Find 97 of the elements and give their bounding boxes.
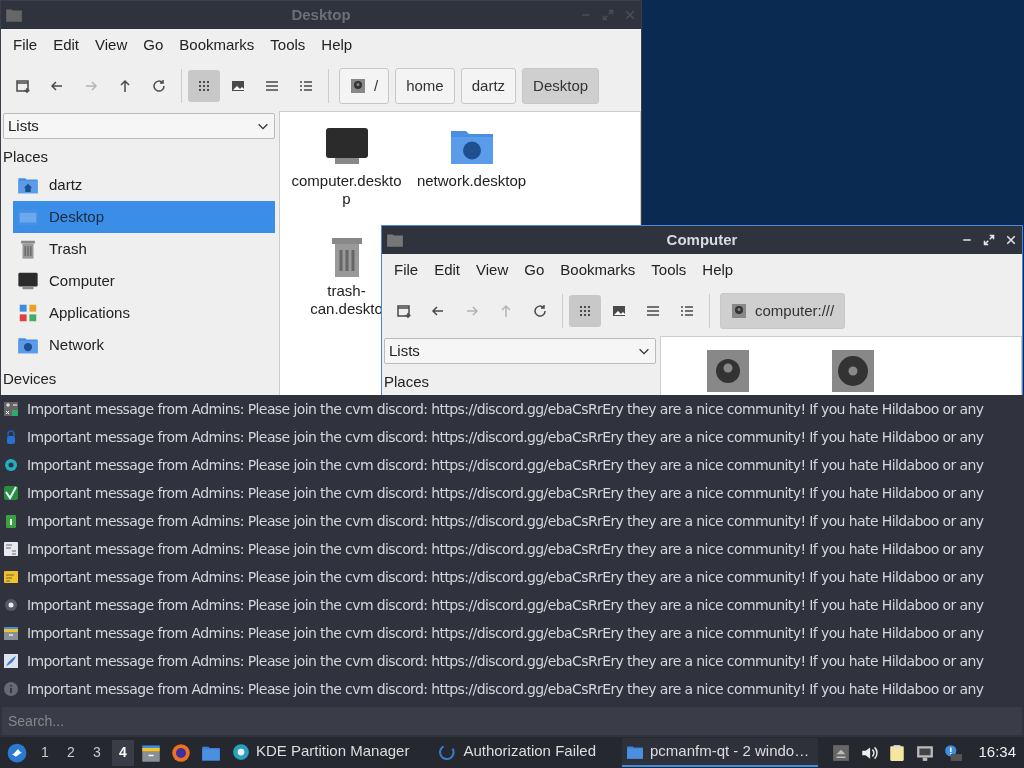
message-item[interactable]: Important message from Admins: Please join the cvm discord: https://discord.gg/ebaCsRrEry they are a nice community! If you hate Hildaboo or any [27,454,984,476]
lists-dropdown[interactable]: Lists [384,338,656,364]
section-heading: Places [384,371,431,392]
gear-icon [3,457,19,473]
taskbar-task[interactable]: KDE Partition Manager [228,738,414,767]
folder-icon [5,6,23,24]
partition-manager-icon [232,742,250,761]
section-heading: Places [3,146,50,167]
menu-item[interactable]: Edit [426,254,469,286]
folder-icon [386,231,404,249]
close-icon [1005,234,1017,246]
list-icon [645,303,661,319]
menu-item[interactable]: View [468,254,517,286]
document-icon [3,541,19,557]
search-field[interactable]: Search... [2,707,1022,735]
sidebar-item[interactable]: dartz [13,169,275,201]
message-item[interactable]: Important message from Admins: Please join the cvm discord: https://discord.gg/ebaCsRrEry they are a nice community! If you hate Hildaboo or any [27,678,984,700]
file-name[interactable]: computer.desktop [287,172,406,208]
lists-dropdown[interactable]: Lists [3,113,275,139]
checkmark-icon [3,485,19,501]
drive-icon [350,77,366,95]
window-title: Computer [666,229,738,250]
workspace-button[interactable]: 3 [86,739,108,766]
drive-icon [731,302,747,320]
taskbar-task[interactable]: pcmanfm-qt - 2 windo… [622,738,818,767]
bird-logo-icon [7,742,27,763]
taskbar-task[interactable]: Authorization Failed [435,738,600,767]
monitor-icon [17,270,39,292]
menu-item[interactable]: File [5,29,46,61]
menu-item[interactable]: Go [516,254,553,286]
message-item[interactable]: Important message from Admins: Please join the cvm discord: https://discord.gg/ebaCsRrEry they are a nice community! If you hate Hildaboo or any [27,482,984,504]
image-icon [230,78,246,94]
sidebar-item[interactable]: Trash [13,233,275,265]
clock: 16:34 [978,742,1016,763]
calculator-icon [3,401,19,417]
menu-item[interactable]: Edit [45,29,88,61]
message-item[interactable]: Important message from Admins: Please join the cvm discord: https://discord.gg/ebaCsRrEry they are a nice community! If you hate Hildaboo or any [27,538,984,560]
note-icon [3,569,19,585]
new-window-icon [15,78,31,94]
message-item[interactable]: Important message from Admins: Please join the cvm discord: https://discord.gg/ebaCsRrEry they are a nice community! If you hate Hildaboo or any [27,594,984,616]
browser-icon [171,742,191,763]
window-title: Desktop [291,4,351,25]
maximize-icon [602,9,614,21]
section-heading: Devices [3,368,58,389]
message-item[interactable]: Important message from Admins: Please join the cvm discord: https://discord.gg/ebaCsRrEry they are a nice community! If you hate Hildaboo or any [27,510,984,532]
detail-list-icon [679,303,695,319]
drawer-icon [3,625,19,641]
menu-item[interactable]: Help [313,29,361,61]
path-button[interactable]: computer:/// [720,293,846,329]
eject-icon [832,743,851,762]
info-icon [3,681,19,697]
toolbar-button[interactable] [188,70,220,102]
menu-item[interactable]: Bookmarks [552,254,644,286]
reload-icon [151,78,167,94]
menu-item[interactable]: Tools [262,29,314,61]
message-item[interactable]: Important message from Admins: Please join the cvm discord: https://discord.gg/ebaCsRrEry they are a nice community! If you hate Hildaboo or any [27,650,984,672]
cog-icon [3,597,19,613]
workspace-button[interactable]: 2 [60,739,82,766]
message-item[interactable]: Important message from Admins: Please join the cvm discord: https://discord.gg/ebaCsRrEry they are a nice community! If you hate Hildaboo or any [27,398,984,420]
message-item[interactable]: Important message from Admins: Please join the cvm discord: https://discord.gg/ebaCsRrEry they are a nice community! If you hate Hildaboo or any [27,566,984,588]
workspace-button[interactable]: 1 [34,739,56,766]
path-button[interactable]: home [395,68,455,104]
message-item[interactable]: Important message from Admins: Please join the cvm discord: https://discord.gg/ebaCsRrEry they are a nice community! If you hate Hildaboo or any [27,622,984,644]
file-name[interactable]: trash-can.deskto [310,282,383,318]
image-icon [611,303,627,319]
toolbar-button[interactable] [569,295,601,327]
sidebar-item[interactable]: Network [13,329,275,361]
message-item[interactable]: Important message from Admins: Please join the cvm discord: https://discord.gg/ebaCsRrEry they are a nice community! If you hate Hildaboo or any [27,426,984,448]
close-icon [624,9,636,21]
reload-icon [532,303,548,319]
path-button[interactable]: Desktop [522,68,600,104]
alert-icon [944,743,963,762]
menu-item[interactable]: Tools [643,254,695,286]
feather-icon [3,653,19,669]
menu-item[interactable]: View [87,29,136,61]
menu-item[interactable]: Help [694,254,742,286]
workspace-button[interactable]: 4 [112,739,134,766]
sidebar-item[interactable]: Computer [13,265,275,297]
detail-list-icon [298,78,314,94]
new-window-icon [396,303,412,319]
menu-item[interactable]: File [386,254,427,286]
sidebar-item[interactable]: Applications [13,297,275,329]
sidebar-item[interactable]: Desktop [13,201,275,233]
menu-item[interactable]: Bookmarks [171,29,263,61]
clipboard-icon [888,743,907,762]
list-icon [264,78,280,94]
maximize-icon [983,234,995,246]
grid-view-icon [196,78,212,94]
path-button[interactable]: dartz [460,68,517,104]
menu-item[interactable]: Go [135,29,172,61]
grid-view-icon [577,303,593,319]
battery-icon [3,513,19,529]
close-button[interactable] [1004,233,1018,247]
monitor-icon [916,743,935,762]
file-name[interactable]: network.desktop [416,172,527,190]
applications-icon [17,302,39,324]
path-button[interactable]: / [339,68,390,104]
